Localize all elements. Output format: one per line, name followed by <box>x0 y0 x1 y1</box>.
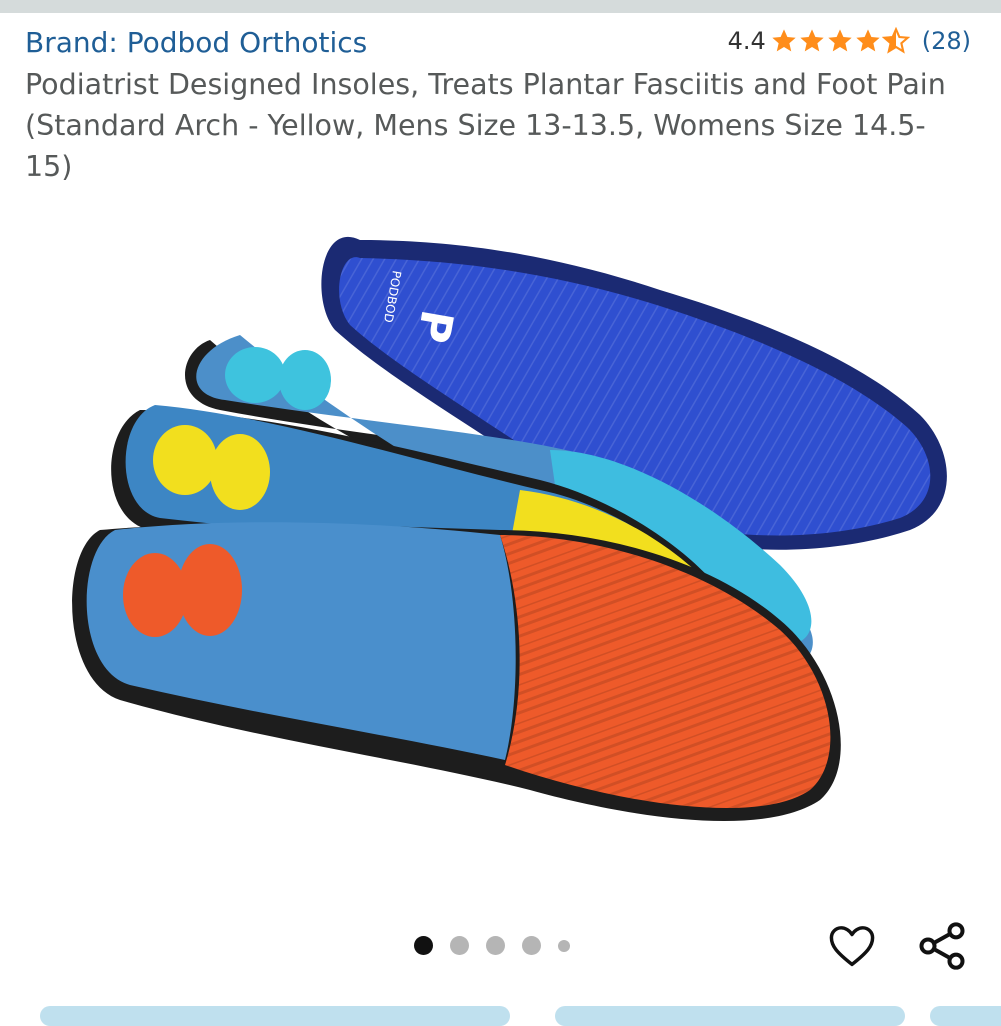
product-image[interactable]: P PODBOD <box>60 200 960 870</box>
top-divider <box>0 0 1001 13</box>
heart-outline-icon[interactable] <box>826 920 878 972</box>
half-star-icon <box>881 27 910 54</box>
star-icon <box>828 29 852 52</box>
star-icon <box>800 29 824 52</box>
rating-count-link[interactable]: (28) <box>922 27 971 55</box>
bottom-action-pill[interactable] <box>555 1006 905 1026</box>
carousel-dot[interactable] <box>450 936 469 955</box>
star-icon <box>772 29 796 52</box>
carousel-dot[interactable] <box>558 939 570 952</box>
star-rating <box>770 27 910 55</box>
share-icon[interactable] <box>914 918 970 974</box>
carousel-dot[interactable] <box>486 936 505 955</box>
star-icon <box>856 29 880 52</box>
image-carousel-dots[interactable] <box>414 936 570 955</box>
bottom-action-pill[interactable] <box>930 1006 1001 1026</box>
product-title: Podiatrist Designed Insoles, Treats Plan… <box>25 68 946 183</box>
rating-summary[interactable]: 4.4 (28) <box>728 26 971 56</box>
rating-value: 4.4 <box>727 27 766 55</box>
carousel-dot[interactable] <box>522 936 541 955</box>
brand-link[interactable]: Brand: Podbod Orthotics <box>25 26 367 60</box>
bottom-action-pill[interactable] <box>40 1006 510 1026</box>
carousel-dot[interactable] <box>414 936 433 955</box>
